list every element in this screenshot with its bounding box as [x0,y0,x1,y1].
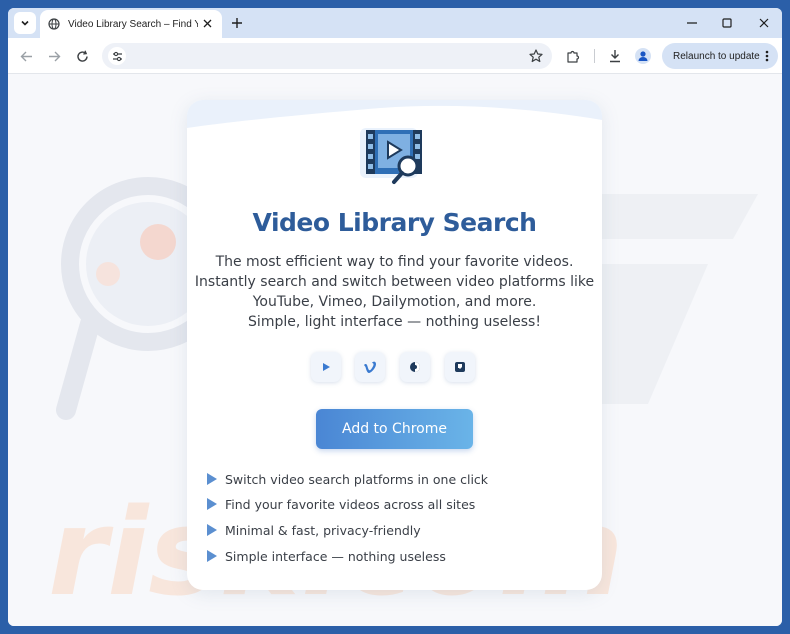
play-bullet-icon [207,524,217,536]
feature-text: Switch video search platforms in one cli… [225,471,489,487]
tab-search-button[interactable] [14,12,36,34]
feature-text: Minimal & fast, privacy-friendly [225,522,421,538]
platform-icons [311,352,481,382]
extension-card: Video Library Search The most efficient … [187,100,602,590]
puzzle-icon [567,50,580,63]
video-search-icon [360,128,422,184]
feature-text: Find your favorite videos across all sit… [225,496,476,512]
extensions-button[interactable] [564,47,582,65]
description-line: YouTube, Vimeo, Dailymotion, and more. [252,294,537,310]
close-icon [759,18,769,28]
forward-button[interactable] [45,47,63,65]
list-item: Switch video search platforms in one cli… [207,470,488,488]
dailymotion-icon [400,352,430,382]
play-bullet-icon [207,498,217,510]
list-item: Minimal & fast, privacy-friendly [207,521,421,539]
menu-button[interactable] [762,49,772,63]
new-tab-button[interactable] [228,14,246,32]
page-title: Video Library Search [252,208,537,237]
browser-toolbar: Relaunch to update [8,38,782,74]
toolbar-divider [594,49,595,63]
site-info-button[interactable] [108,47,126,65]
downloads-button[interactable] [606,47,624,65]
play-bullet-icon [207,473,217,485]
list-item: Find your favorite videos across all sit… [207,495,475,513]
page-content: risk.com V [8,74,782,626]
description-line: Simple, light interface — nothing useles… [248,314,541,330]
star-icon [529,49,543,63]
minimize-button[interactable] [682,14,702,32]
back-button[interactable] [17,47,35,65]
tune-icon [112,51,122,61]
add-to-chrome-button[interactable]: Add to Chrome [316,409,473,449]
description-line: The most efficient way to find your favo… [215,254,574,270]
tab-strip: Video Library Search – Find You [8,8,782,38]
minimize-icon [687,22,697,24]
youtube-icon [311,352,341,382]
list-item: Simple interface — nothing useless [207,547,446,565]
more-vert-icon [765,50,769,62]
close-icon [203,19,211,27]
tab-close-button[interactable] [200,16,214,30]
close-window-button[interactable] [754,14,774,32]
address-bar[interactable] [102,43,552,69]
reload-icon [76,50,88,62]
description-line: Instantly search and switch between vide… [194,274,595,290]
video-platform-icon [445,352,475,382]
vimeo-icon [355,352,385,382]
globe-icon [48,18,60,30]
arrow-left-icon [20,51,32,61]
profile-button[interactable] [634,47,652,65]
maximize-icon [722,18,732,28]
maximize-button[interactable] [717,14,737,32]
browser-window: Video Library Search – Find You Relaunch… [8,8,782,626]
download-icon [610,50,620,63]
play-bullet-icon [207,550,217,562]
reload-button[interactable] [73,47,91,65]
arrow-right-icon [48,51,60,61]
chevron-down-icon [21,20,29,26]
relaunch-label: Relaunch to update [673,50,760,62]
bookmark-button[interactable] [528,48,544,64]
tab-title: Video Library Search – Find You [68,18,198,30]
active-tab[interactable]: Video Library Search – Find You [40,10,222,38]
avatar-icon [635,48,651,64]
feature-text: Simple interface — nothing useless [225,548,446,564]
relaunch-button[interactable]: Relaunch to update [662,43,778,69]
plus-icon [232,18,242,28]
